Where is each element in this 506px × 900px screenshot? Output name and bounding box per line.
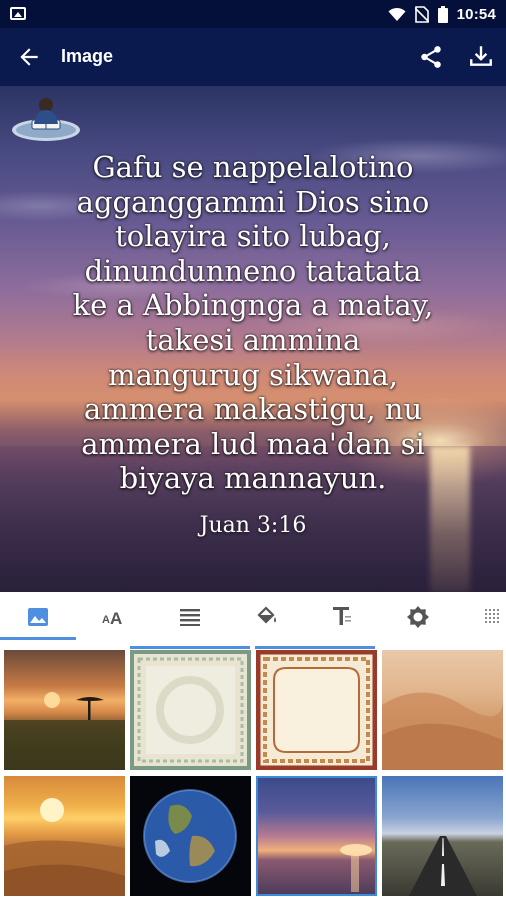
- ornate-frame-icon: [256, 650, 377, 770]
- no-sim-icon: [414, 5, 429, 23]
- status-bar: 10:54: [0, 0, 506, 28]
- thumbnail-savanna-sunset[interactable]: [4, 650, 125, 770]
- dunes-icon: [382, 692, 503, 770]
- verse-line: dinundunneno tatatata: [84, 253, 422, 288]
- verse-line: ammera makastigu, nu: [83, 392, 423, 427]
- selection-bar: [130, 646, 250, 649]
- app-logo-icon: [12, 98, 80, 141]
- acacia-tree-icon: [4, 692, 125, 770]
- gallery-icon: [10, 7, 26, 20]
- thumbnail-earth-globe[interactable]: [130, 776, 251, 896]
- thumbnail-floral-frame-green[interactable]: [130, 650, 251, 770]
- globe-icon: [143, 789, 237, 883]
- share-icon[interactable]: [418, 44, 444, 70]
- tool-tabs: A A: [0, 592, 506, 642]
- verse-line: Gafu se nappelalotino: [92, 150, 414, 184]
- tab-text-style[interactable]: [304, 592, 380, 642]
- verse-line: biyaya mannayun.: [119, 461, 387, 496]
- thumbnail-sea-sunset[interactable]: [256, 776, 377, 896]
- verse-line: mangurug sikwana,: [107, 357, 399, 392]
- background-grid: [0, 642, 506, 900]
- verse-image[interactable]: Gafu se nappelalotino agganggammi Dios s…: [0, 86, 506, 592]
- back-arrow-icon[interactable]: [16, 44, 42, 70]
- battery-icon: [437, 5, 448, 23]
- verse-reference: Juan 3:16: [199, 513, 307, 538]
- status-time: 10:54: [456, 5, 496, 23]
- sun-dunes-icon: [4, 798, 125, 896]
- page-title: Image: [61, 46, 114, 66]
- paint-bucket-icon: [257, 606, 276, 624]
- verse-text: Gafu se nappelalotino agganggammi Dios s…: [30, 150, 476, 496]
- tab-alignment[interactable]: [152, 592, 228, 642]
- tab-color[interactable]: [228, 592, 304, 642]
- font-size-icon: A A: [102, 609, 122, 626]
- text-format-icon: [333, 607, 351, 625]
- verse-line: tolayira sito lubag,: [115, 219, 391, 254]
- image-icon: [28, 608, 48, 626]
- thumbnail-ornate-frame-red[interactable]: [256, 650, 377, 770]
- svg-text:A: A: [102, 614, 110, 626]
- verse-line: ammera lud maa'dan si: [81, 426, 425, 461]
- thumbnail-desert-sunset[interactable]: [4, 776, 125, 896]
- verse-line: takesi ammina: [145, 322, 361, 357]
- thumbnail-open-road[interactable]: [382, 776, 503, 896]
- svg-text:A: A: [110, 609, 122, 626]
- verse-line: ke a Abbingnga a matay,: [72, 288, 434, 323]
- tab-font[interactable]: A A: [76, 592, 152, 642]
- wifi-icon: [388, 7, 406, 21]
- tab-background-image[interactable]: [0, 592, 76, 642]
- app-bar: Image: [0, 28, 506, 86]
- tab-texture[interactable]: [456, 592, 506, 642]
- verse-line: agganggammi Dios sino: [76, 184, 430, 219]
- grid-dots-icon: [485, 609, 499, 623]
- road-icon: [409, 836, 477, 896]
- tab-indicator: [0, 637, 76, 640]
- align-justify-icon: [180, 609, 200, 626]
- download-icon[interactable]: [468, 43, 494, 69]
- selection-bar: [255, 646, 375, 649]
- floral-frame-icon: [130, 650, 251, 770]
- thumbnail-desert-dunes[interactable]: [382, 650, 503, 770]
- sea-sunset-icon: [340, 844, 372, 892]
- tab-brightness[interactable]: [380, 592, 456, 642]
- brightness-icon: [407, 606, 429, 628]
